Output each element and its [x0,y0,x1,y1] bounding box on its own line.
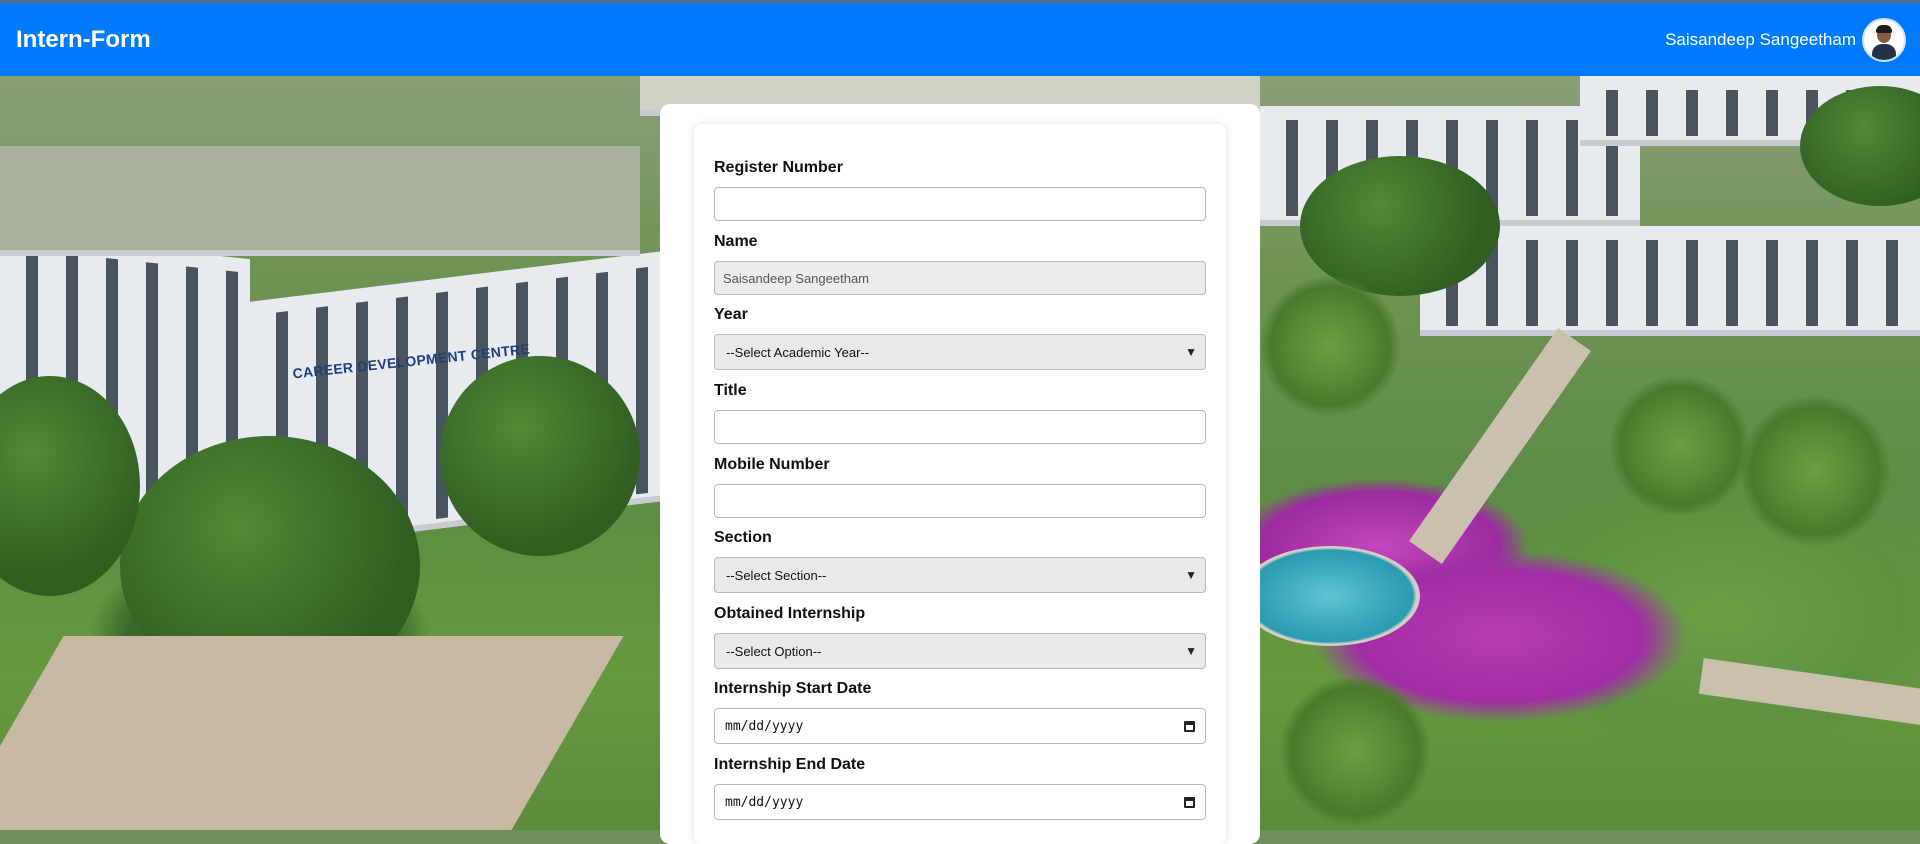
palm-tree [1740,396,1890,546]
palm-tree [1260,276,1400,416]
end-date-placeholder: mm/dd/yyyy [725,794,804,810]
title-input[interactable] [714,410,1206,444]
section-select-value: --Select Section-- [726,567,827,583]
form-panel: Register Number Name Year --Select Acade… [660,104,1260,844]
start-date-group: Internship Start Date mm/dd/yyyy [714,680,1206,744]
mobile-label: Mobile Number [714,456,830,473]
year-select[interactable]: --Select Academic Year-- ▼ [714,334,1206,370]
name-label: Name [714,233,758,250]
fountain [1240,546,1420,646]
obtained-internship-group: Obtained Internship --Select Option-- ▼ [714,605,1206,669]
mobile-group: Mobile Number [714,456,1206,518]
start-date-label: Internship Start Date [714,680,872,697]
obtained-internship-label: Obtained Internship [714,605,866,622]
user-name: Saisandeep Sangeetham [1665,29,1856,49]
register-number-group: Register Number [714,159,1206,221]
year-label: Year [714,306,748,323]
calendar-icon[interactable] [1184,796,1195,808]
chevron-down-icon: ▼ [1185,568,1197,582]
user-menu[interactable]: Saisandeep Sangeetham [1665,19,1904,60]
avatar-body [1872,43,1896,60]
palm-tree [1610,376,1750,516]
register-number-label: Register Number [714,159,843,176]
avatar[interactable] [1864,19,1904,60]
tree [1300,156,1500,296]
obtained-internship-select-value: --Select Option-- [726,643,822,659]
name-input[interactable] [714,261,1206,295]
title-label: Title [714,382,747,399]
section-group: Section --Select Section-- ▼ [714,529,1206,593]
year-group: Year --Select Academic Year-- ▼ [714,306,1206,370]
name-group: Name [714,233,1206,295]
tree [440,356,640,556]
calendar-icon[interactable] [1184,720,1195,732]
start-date-input[interactable]: mm/dd/yyyy [714,708,1206,744]
avatar-hair [1876,24,1892,33]
start-date-placeholder: mm/dd/yyyy [725,718,804,734]
section-label: Section [714,529,772,546]
rooftops [0,146,640,256]
year-select-value: --Select Academic Year-- [726,344,870,360]
end-date-label: Internship End Date [714,756,866,773]
parking-lot [0,636,624,830]
section-select[interactable]: --Select Section-- ▼ [714,557,1206,593]
walkway [1698,658,1920,730]
intern-form: Register Number Name Year --Select Acade… [694,124,1226,844]
walkway [1409,328,1591,564]
navbar: Intern-Form Saisandeep Sangeetham [0,3,1920,76]
chevron-down-icon: ▼ [1185,644,1197,658]
palm-tree [1280,676,1430,826]
end-date-input[interactable]: mm/dd/yyyy [714,784,1206,820]
chevron-down-icon: ▼ [1185,345,1197,359]
title-group: Title [714,382,1206,444]
obtained-internship-select[interactable]: --Select Option-- ▼ [714,633,1206,669]
brand-title[interactable]: Intern-Form [16,26,151,54]
register-number-input[interactable] [714,187,1206,221]
end-date-group: Internship End Date mm/dd/yyyy [714,756,1206,820]
mobile-input[interactable] [714,484,1206,518]
